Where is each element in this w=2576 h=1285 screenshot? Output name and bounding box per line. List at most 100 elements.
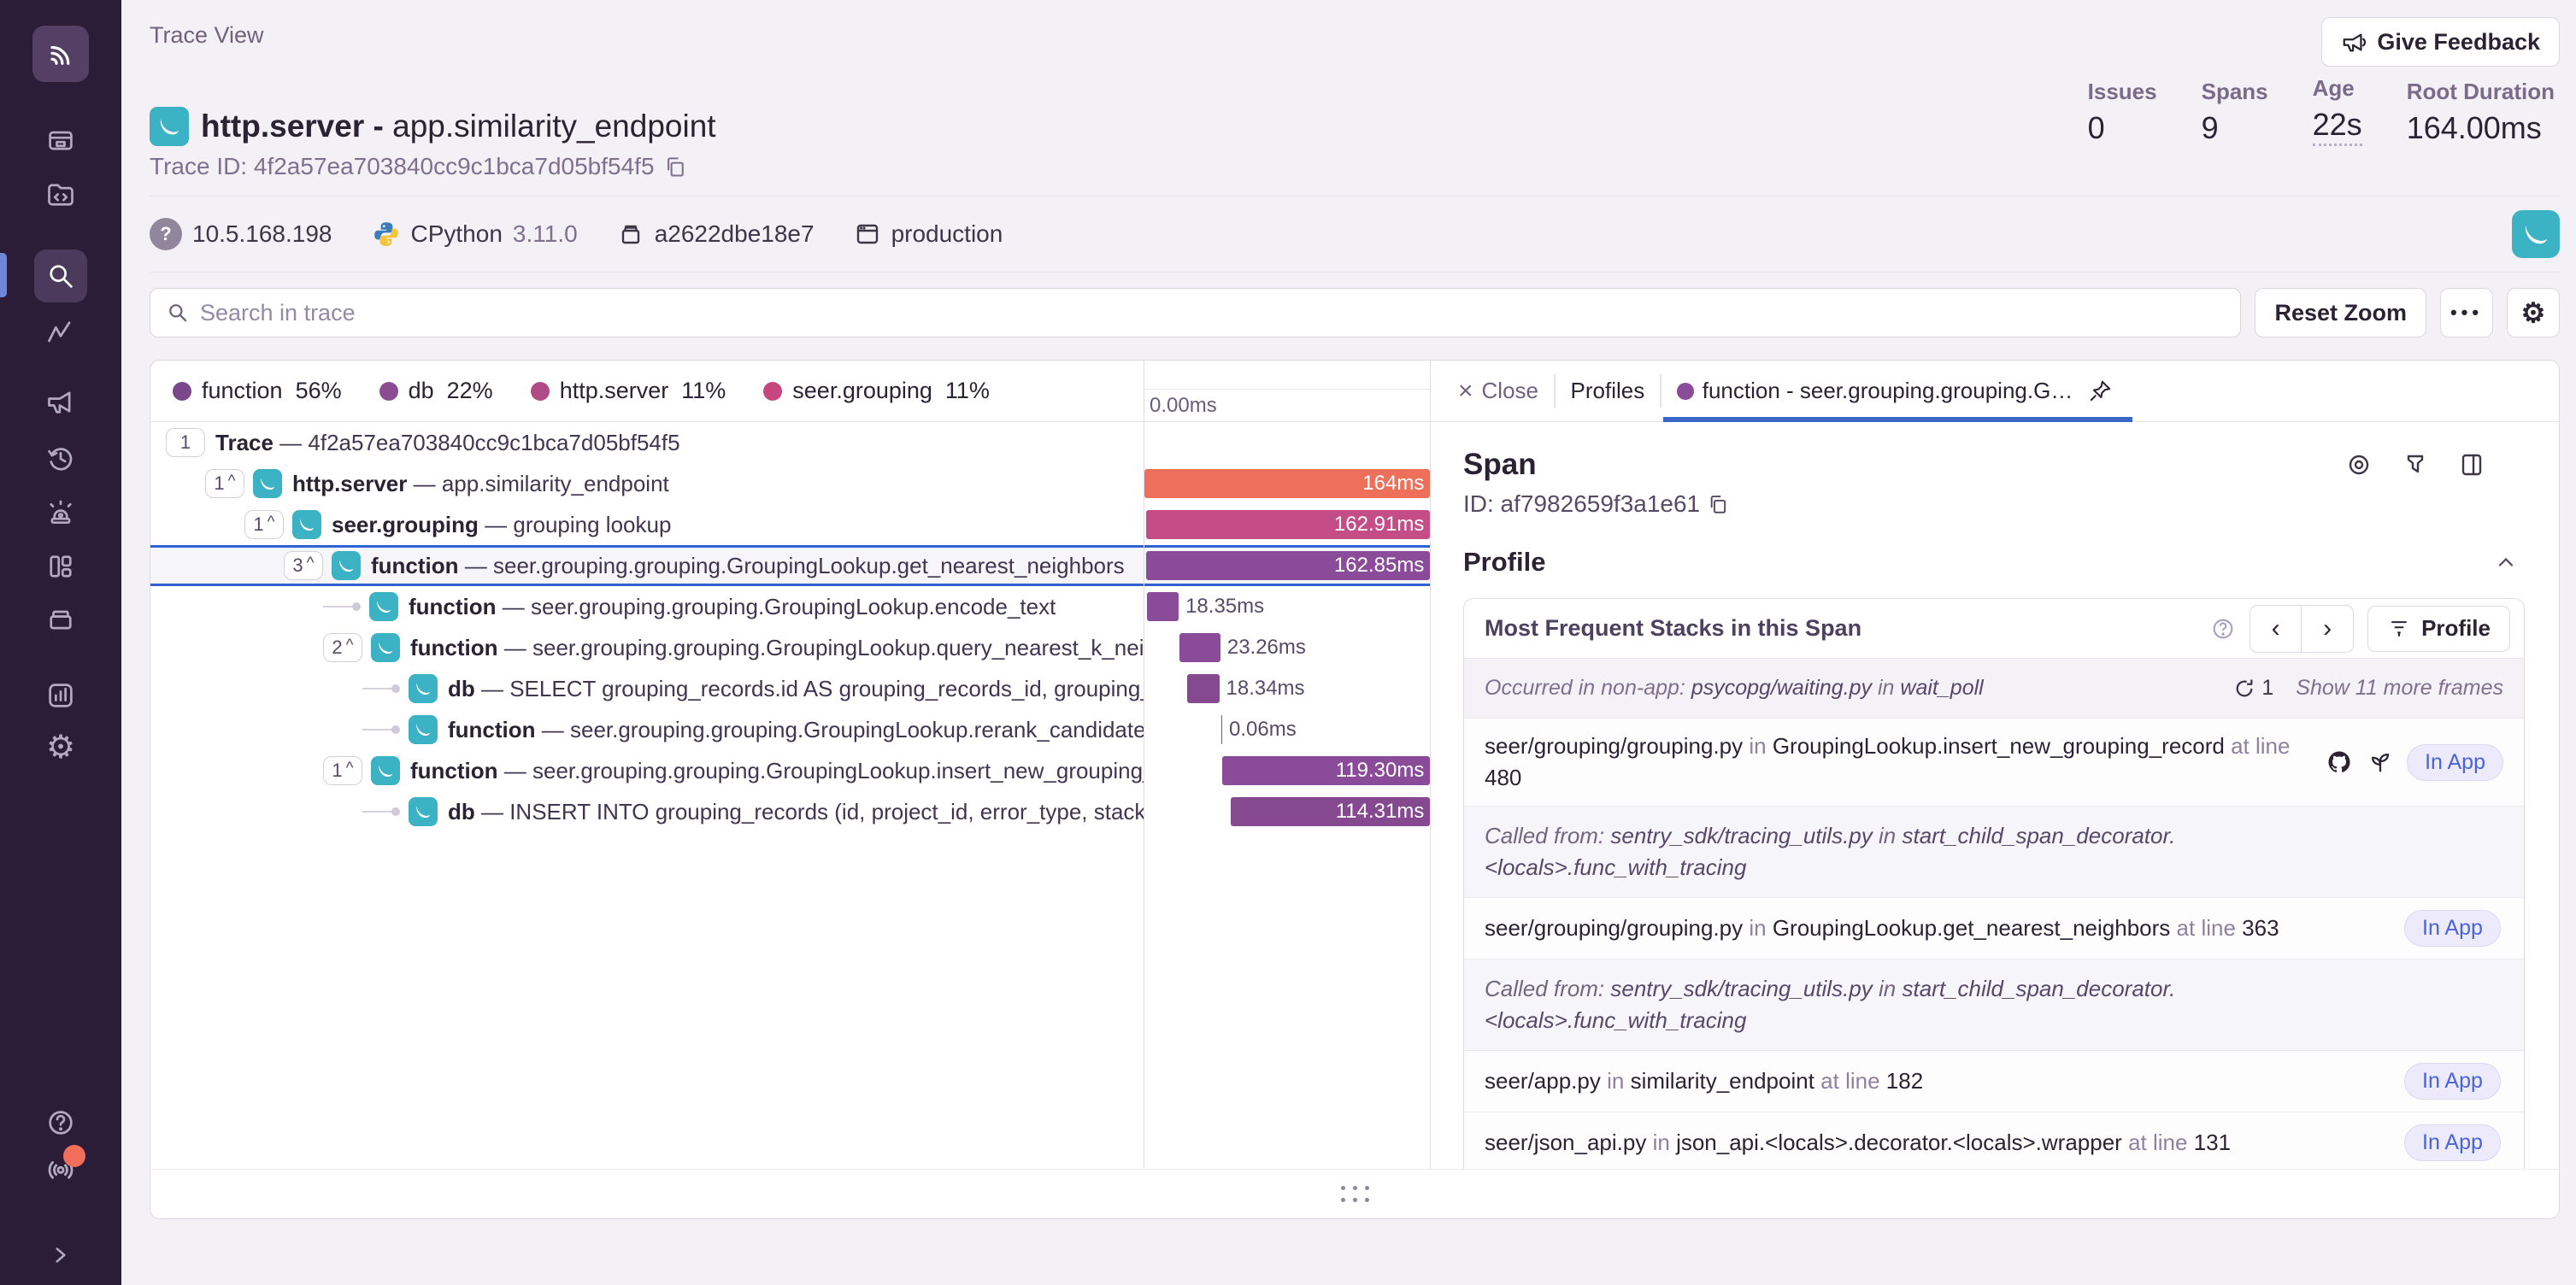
next-stack-button[interactable]: ›: [2302, 606, 2353, 652]
trace-stats: Issues 0 Spans 9 Age 22s Root Duration 1…: [2088, 75, 2560, 146]
seer-span-icon: [371, 633, 400, 662]
meta-user[interactable]: ? 10.5.168.198: [150, 218, 332, 250]
trace-tree-row[interactable]: function — seer.grouping.grouping.Groupi…: [150, 709, 1430, 750]
legend-item[interactable]: seer.grouping 11%: [763, 378, 990, 404]
waterfall-minimap[interactable]: [1144, 361, 1430, 390]
trace-tree-row[interactable]: 1^ http.server — app.similarity_endpoint…: [150, 463, 1430, 504]
sidebar-item-insights[interactable]: [0, 318, 121, 349]
collapse-chevron-icon: [46, 1241, 75, 1270]
duration-bar[interactable]: [1179, 633, 1220, 662]
trace-tree-row[interactable]: db — SELECT grouping_records.id AS group…: [150, 668, 1430, 709]
chevron-up-icon[interactable]: [2494, 550, 2518, 574]
settings-gear-icon: ⚙: [46, 731, 75, 764]
duration-bar[interactable]: [1187, 674, 1219, 703]
sidebar-item-help[interactable]: [0, 1107, 121, 1138]
seer-span-icon: [409, 715, 438, 744]
span-count-chip[interactable]: 1^: [323, 756, 362, 785]
stack-frame-row[interactable]: seer/grouping/grouping.py in GroupingLoo…: [1464, 898, 2524, 959]
sidebar-item-replays[interactable]: [0, 443, 121, 473]
legend-item[interactable]: db 22%: [379, 378, 493, 404]
sidebar-item-dashboards[interactable]: [0, 551, 121, 582]
prev-stack-button[interactable]: ‹: [2250, 606, 2302, 652]
span-count-chip[interactable]: 1^: [244, 510, 284, 539]
trace-settings-button[interactable]: ⚙: [2507, 288, 2560, 337]
duration-label: 114.31ms: [1336, 797, 1425, 826]
seer-span-icon: [409, 797, 438, 826]
sidebar-item-explore-code[interactable]: [0, 179, 121, 210]
insights-icon: [45, 318, 76, 349]
trace-meta-row: ? 10.5.168.198 CPython 3.11.0 a2622dbe18…: [150, 197, 2560, 273]
layout-panel-icon[interactable]: [2458, 451, 2485, 478]
sidebar-item-settings-gear[interactable]: ⚙: [0, 731, 121, 764]
meta-release[interactable]: a2622dbe18e7: [617, 220, 815, 248]
window-icon: [854, 220, 881, 248]
sidebar-item-feedback-megaphone[interactable]: [0, 386, 121, 417]
filter-funnel-icon[interactable]: [2402, 451, 2429, 478]
copy-icon[interactable]: [663, 155, 687, 179]
sidebar-item-whats-new-broadcast[interactable]: [0, 1152, 121, 1184]
legend-item[interactable]: function 56%: [173, 378, 342, 404]
search-input[interactable]: [200, 300, 2225, 326]
tab-profiles[interactable]: Profiles: [1556, 361, 1661, 421]
give-feedback-button[interactable]: Give Feedback: [2321, 17, 2560, 67]
sidebar-item-search[interactable]: [0, 249, 121, 302]
explore-code-icon: [45, 179, 76, 210]
replays-icon: [45, 443, 76, 473]
gear-icon: ⚙: [2521, 299, 2546, 326]
span-count-chip[interactable]: 2^: [323, 633, 362, 662]
stack-pagination: ‹ ›: [2250, 605, 2354, 653]
stack-frame-row[interactable]: seer/app.py in similarity_endpoint at li…: [1464, 1051, 2524, 1112]
help-circle-icon[interactable]: [2210, 616, 2236, 642]
legend-dot: [531, 382, 550, 401]
stack-frame-row[interactable]: seer/grouping/grouping.py in GroupingLoo…: [1464, 719, 2524, 807]
seer-sprout-icon[interactable]: [2367, 749, 2393, 775]
more-options-button[interactable]: •••: [2440, 288, 2493, 337]
trace-tree-row[interactable]: 1 Trace — 4f2a57ea703840cc9c1bca7d05bf54…: [150, 422, 1430, 463]
sidebar-item-stats[interactable]: [0, 680, 121, 711]
show-more-frames-link[interactable]: Show 11 more frames: [2296, 676, 2503, 701]
span-count-chip[interactable]: 1^: [205, 469, 244, 498]
focus-span-icon[interactable]: [2345, 451, 2373, 478]
profiling-icon: [2387, 617, 2411, 641]
trace-tree-row[interactable]: 1^ function — seer.grouping.grouping.Gro…: [150, 750, 1430, 791]
duration-bar[interactable]: [1147, 592, 1179, 621]
legend-item[interactable]: http.server 11%: [531, 378, 726, 404]
in-app-badge: In App: [2404, 910, 2501, 947]
in-app-badge: In App: [2407, 744, 2503, 781]
trace-tree-row[interactable]: function — seer.grouping.grouping.Groupi…: [150, 586, 1430, 627]
span-count-chip[interactable]: 1: [166, 428, 205, 457]
stack-frame-row[interactable]: seer/json_api.py in json_api.<locals>.de…: [1464, 1112, 2524, 1169]
copy-icon[interactable]: [1707, 493, 1729, 515]
called-from-frame-row: Called from: sentry_sdk/tracing_utils.py…: [1464, 959, 2524, 1051]
trace-tree-row[interactable]: 2^ function — seer.grouping.grouping.Gro…: [150, 627, 1430, 668]
dashboards-icon: [45, 551, 76, 582]
meta-environment[interactable]: production: [854, 220, 1003, 248]
meta-runtime[interactable]: CPython 3.11.0: [372, 220, 578, 249]
duration-label: 0.06ms: [1229, 715, 1297, 744]
duration-bar[interactable]: [1221, 715, 1223, 744]
duration-label: 18.35ms: [1185, 592, 1264, 621]
sidebar: ⚙: [0, 0, 121, 1285]
trace-tree-row[interactable]: 3^ function — seer.grouping.grouping.Gro…: [150, 545, 1430, 586]
span-count-chip[interactable]: 3^: [284, 551, 323, 580]
open-profile-button[interactable]: Profile: [2367, 606, 2510, 652]
github-icon[interactable]: [2326, 749, 2352, 775]
sidebar-item-alerts-siren[interactable]: [0, 498, 121, 529]
close-drawer-tab[interactable]: × Close: [1443, 361, 1554, 421]
tree-connector: [323, 606, 359, 607]
stacks-card-title: Most Frequent Stacks in this Span: [1485, 615, 1861, 642]
sidebar-item-sentry-logo[interactable]: [0, 26, 121, 82]
sidebar-item-issues[interactable]: [0, 125, 121, 155]
sidebar-item-releases[interactable]: [0, 604, 121, 635]
trace-tree-row[interactable]: db — INSERT INTO grouping_records (id, p…: [150, 791, 1430, 832]
drawer-resize-handle[interactable]: [1339, 1185, 1370, 1204]
trace-tree-row[interactable]: 1^ seer.grouping — grouping lookup 162.9…: [150, 504, 1430, 545]
stat-age: Age 22s: [2313, 75, 2362, 146]
pin-tab-button[interactable]: [2081, 373, 2119, 410]
seer-span-icon: [150, 107, 189, 146]
seer-project-icon: [2512, 210, 2560, 258]
tab-active-span[interactable]: function - seer.grouping.grouping.G…: [1661, 361, 2135, 421]
sidebar-item-collapse-chevron[interactable]: [0, 1241, 121, 1270]
reset-zoom-button[interactable]: Reset Zoom: [2255, 288, 2426, 337]
feedback-megaphone-icon: [45, 386, 76, 417]
